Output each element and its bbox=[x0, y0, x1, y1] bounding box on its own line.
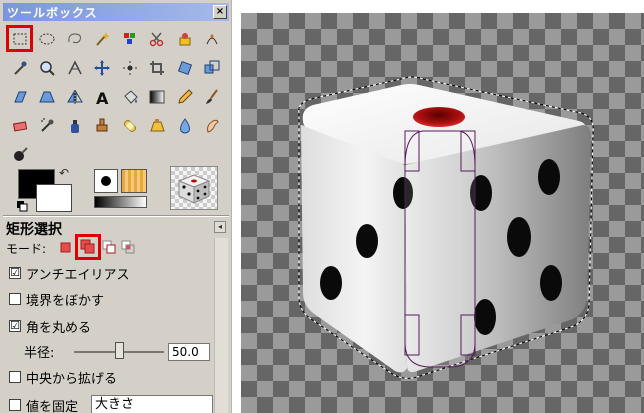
pip bbox=[538, 159, 560, 195]
mode-label: モード: bbox=[6, 242, 47, 256]
separator bbox=[3, 215, 229, 217]
fuzzy-select-tool-icon[interactable] bbox=[91, 27, 114, 50]
swap-colors-icon[interactable]: ↶ bbox=[59, 166, 69, 180]
rounded-rect-selection[interactable] bbox=[404, 130, 476, 368]
toolbox-title: ツールボックス bbox=[7, 6, 98, 20]
image-thumbnail[interactable] bbox=[170, 166, 218, 210]
feather-option[interactable]: 境界をぼかす bbox=[9, 290, 105, 309]
flip-tool-icon[interactable] bbox=[63, 85, 86, 108]
expand-from-center-checkbox[interactable] bbox=[9, 371, 21, 383]
close-button[interactable]: × bbox=[213, 5, 227, 19]
radius-slider-handle[interactable] bbox=[115, 342, 124, 359]
pencil-tool-icon[interactable] bbox=[173, 85, 196, 108]
rounded-corners-checkbox[interactable]: ☑ bbox=[9, 320, 21, 332]
feather-label: 境界をぼかす bbox=[26, 293, 105, 309]
clone-tool-icon[interactable] bbox=[91, 114, 114, 137]
antialias-label: アンチエイリアス bbox=[26, 267, 130, 283]
antialias-checkbox[interactable]: ☑ bbox=[9, 267, 21, 279]
pattern-swatch[interactable] bbox=[121, 169, 147, 193]
smudge-tool-icon[interactable] bbox=[201, 114, 224, 137]
fixed-label: 値を固定 bbox=[26, 399, 79, 413]
pip bbox=[320, 266, 342, 300]
foreground-select-tool-icon[interactable] bbox=[173, 27, 196, 50]
color-picker-tool-icon[interactable] bbox=[8, 56, 31, 79]
shear-tool-icon[interactable] bbox=[8, 85, 31, 108]
ellipse-select-tool-icon[interactable] bbox=[36, 27, 59, 50]
antialias-option[interactable]: ☑ アンチエイリアス bbox=[9, 264, 130, 283]
dice-image bbox=[298, 76, 594, 379]
free-select-tool-icon[interactable] bbox=[63, 27, 86, 50]
scissors-select-tool-icon[interactable] bbox=[146, 27, 169, 50]
mode-replace-icon[interactable] bbox=[56, 238, 74, 256]
feather-checkbox[interactable] bbox=[9, 293, 21, 305]
move-tool-icon[interactable] bbox=[91, 56, 114, 79]
tool-options-menu-button[interactable]: ◂ bbox=[214, 221, 226, 233]
background-color-swatch[interactable] bbox=[36, 184, 72, 212]
mode-intersect-icon[interactable] bbox=[119, 238, 137, 256]
heal-tool-icon[interactable] bbox=[118, 114, 141, 137]
dodge-burn-tool-icon[interactable] bbox=[8, 143, 31, 166]
brush-swatch[interactable] bbox=[94, 169, 118, 193]
gradient-swatch[interactable] bbox=[94, 196, 147, 208]
perspective-tool-icon[interactable] bbox=[36, 85, 59, 108]
toolbox-titlebar: ツールボックス × bbox=[3, 3, 229, 21]
blur-tool-icon[interactable] bbox=[173, 114, 196, 137]
svg-text:A: A bbox=[96, 89, 109, 106]
color-select-tool-icon[interactable] bbox=[118, 27, 141, 50]
expand-from-center-label: 中央から拡げる bbox=[26, 371, 118, 387]
paintbrush-tool-icon[interactable] bbox=[201, 85, 224, 108]
toolbox-panel: ツールボックス × A ↶ 矩形選択 ◂ モード: ☑ アンチエイリアス 境界を… bbox=[0, 0, 232, 413]
tool-options-scrollbar[interactable] bbox=[214, 238, 228, 413]
image-canvas[interactable] bbox=[241, 13, 644, 413]
eraser-tool-icon[interactable] bbox=[8, 114, 31, 137]
text-tool-icon[interactable]: A bbox=[91, 85, 114, 108]
measure-tool-icon[interactable] bbox=[63, 56, 86, 79]
airbrush-tool-icon[interactable] bbox=[36, 114, 59, 137]
blend-tool-icon[interactable] bbox=[146, 85, 169, 108]
bucket-fill-tool-icon[interactable] bbox=[118, 85, 141, 108]
rect-select-tool-icon[interactable] bbox=[6, 25, 33, 52]
scale-tool-icon[interactable] bbox=[201, 56, 224, 79]
fixed-value-select[interactable]: 大きさ bbox=[91, 395, 213, 413]
pip bbox=[474, 299, 496, 335]
pip bbox=[540, 265, 562, 301]
pip bbox=[356, 224, 378, 258]
rounded-corners-label: 角を丸める bbox=[26, 320, 92, 336]
crop-tool-icon[interactable] bbox=[146, 56, 169, 79]
perspective-clone-tool-icon[interactable] bbox=[146, 114, 169, 137]
mode-add-icon[interactable] bbox=[75, 234, 101, 260]
dice-thumbnail-icon bbox=[177, 174, 211, 204]
fixed-option[interactable]: 値を固定 bbox=[9, 396, 78, 413]
expand-from-center-option[interactable]: 中央から拡げる bbox=[9, 368, 118, 387]
ink-tool-icon[interactable] bbox=[63, 114, 86, 137]
red-pip bbox=[413, 107, 465, 127]
tool-options-title: 矩形選択 bbox=[6, 222, 62, 238]
paths-tool-icon[interactable] bbox=[201, 27, 224, 50]
zoom-tool-icon[interactable] bbox=[36, 56, 59, 79]
radius-label: 半径: bbox=[24, 346, 55, 361]
dice-left-face bbox=[301, 125, 407, 373]
fixed-checkbox[interactable] bbox=[9, 399, 21, 411]
reset-colors-icon[interactable] bbox=[16, 200, 28, 212]
radius-input[interactable]: 50.0 bbox=[168, 343, 210, 361]
rotate-tool-icon[interactable] bbox=[173, 56, 196, 79]
rounded-corners-option[interactable]: ☑ 角を丸める bbox=[9, 317, 92, 336]
pip bbox=[507, 217, 531, 257]
align-tool-icon[interactable] bbox=[118, 56, 141, 79]
mode-subtract-icon[interactable] bbox=[100, 238, 118, 256]
